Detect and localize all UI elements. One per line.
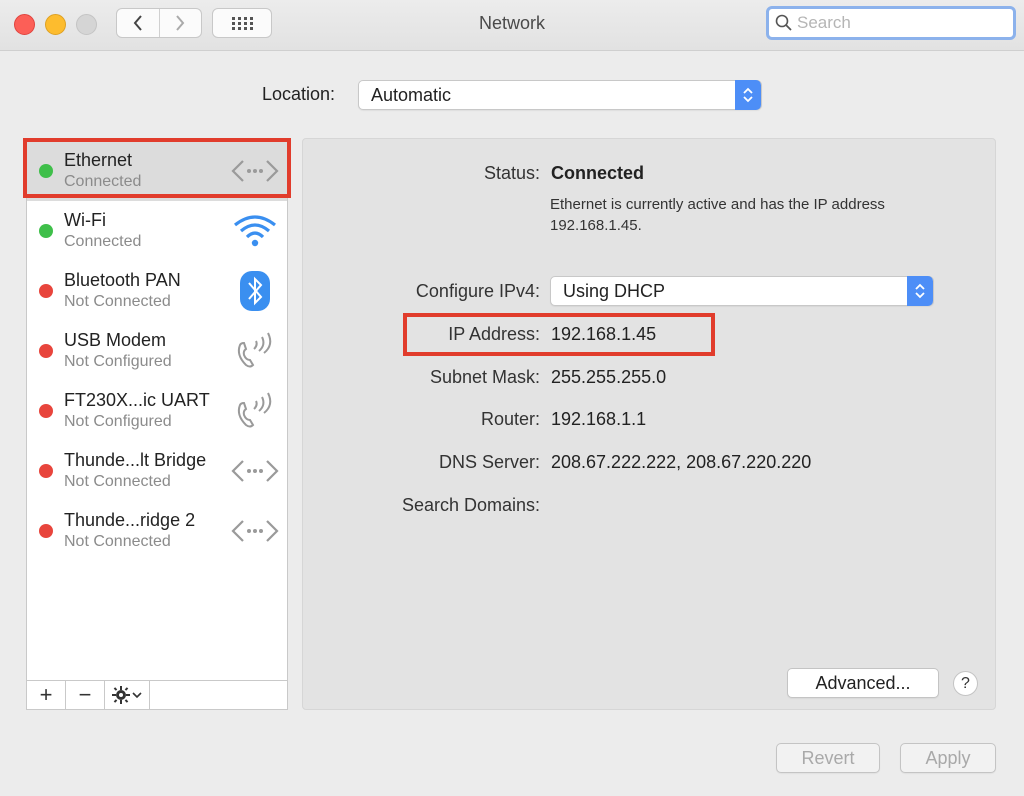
service-name: Thunde...ridge 2: [64, 510, 196, 530]
ethernet-arrows-icon: [231, 520, 279, 542]
service-status: Not Connected: [64, 293, 171, 310]
location-value: Automatic: [371, 84, 452, 105]
status-dot-red: [39, 404, 53, 418]
gear-icon: [112, 686, 130, 704]
chevron-down-icon: [132, 692, 142, 699]
revert-button[interactable]: Revert: [776, 743, 880, 773]
popup-stepper-icon: [735, 80, 761, 110]
service-status: Not Connected: [64, 533, 171, 550]
status-dot-red: [39, 524, 53, 538]
service-list-toolbar: + −: [27, 680, 287, 709]
apply-button[interactable]: Apply: [900, 743, 996, 773]
subnet-mask-value: 255.255.255.0: [551, 367, 667, 387]
advanced-button[interactable]: Advanced...: [787, 668, 939, 698]
subnet-mask-label: Subnet Mask:: [429, 367, 540, 387]
search-box[interactable]: [766, 6, 1016, 40]
dns-server-value: 208.67.222.222, 208.67.220.220: [551, 452, 812, 472]
service-name: USB Modem: [64, 330, 167, 350]
remove-service-button[interactable]: −: [66, 681, 105, 709]
help-button[interactable]: ?: [953, 671, 978, 696]
service-status: Not Configured: [64, 413, 172, 430]
service-name: Wi-Fi: [64, 210, 106, 230]
service-status: Connected: [64, 233, 142, 250]
location-popup[interactable]: Automatic: [358, 80, 762, 110]
search-input[interactable]: [797, 13, 997, 33]
router-label: Router:: [480, 409, 540, 429]
service-name: Thunde...lt Bridge: [64, 450, 207, 470]
status-dot-red: [39, 344, 53, 358]
search-domains-label: Search Domains:: [401, 495, 540, 515]
title-bar: Network: [0, 0, 1024, 51]
service-name: FT230X...ic UART: [64, 390, 210, 410]
configure-ipv4-popup[interactable]: Using DHCP: [550, 276, 934, 306]
wifi-icon: [234, 215, 276, 247]
ip-address-highlight-box: [403, 313, 715, 356]
status-value: Connected: [551, 163, 645, 183]
location-label: Location:: [262, 84, 336, 104]
service-status: Not Configured: [64, 353, 172, 370]
add-service-button[interactable]: +: [27, 681, 66, 709]
service-name: Bluetooth PAN: [64, 270, 181, 290]
configure-ipv4-value: Using DHCP: [563, 280, 666, 301]
service-status: Not Connected: [64, 473, 171, 490]
status-dot-red: [39, 464, 53, 478]
status-dot-red: [39, 284, 53, 298]
status-dot-green: [39, 224, 53, 238]
dns-server-label: DNS Server:: [438, 452, 540, 472]
search-icon: [775, 14, 792, 31]
status-description: Ethernet is currently active and has the…: [550, 196, 885, 234]
status-label: Status:: [483, 163, 540, 183]
configure-ipv4-label: Configure IPv4:: [415, 281, 540, 301]
service-item-wifi[interactable]: Wi-Fi Connected: [27, 201, 287, 261]
popup-stepper-icon: [907, 276, 933, 306]
router-value: 192.168.1.1: [551, 409, 647, 429]
action-menu-button[interactable]: [105, 681, 150, 709]
